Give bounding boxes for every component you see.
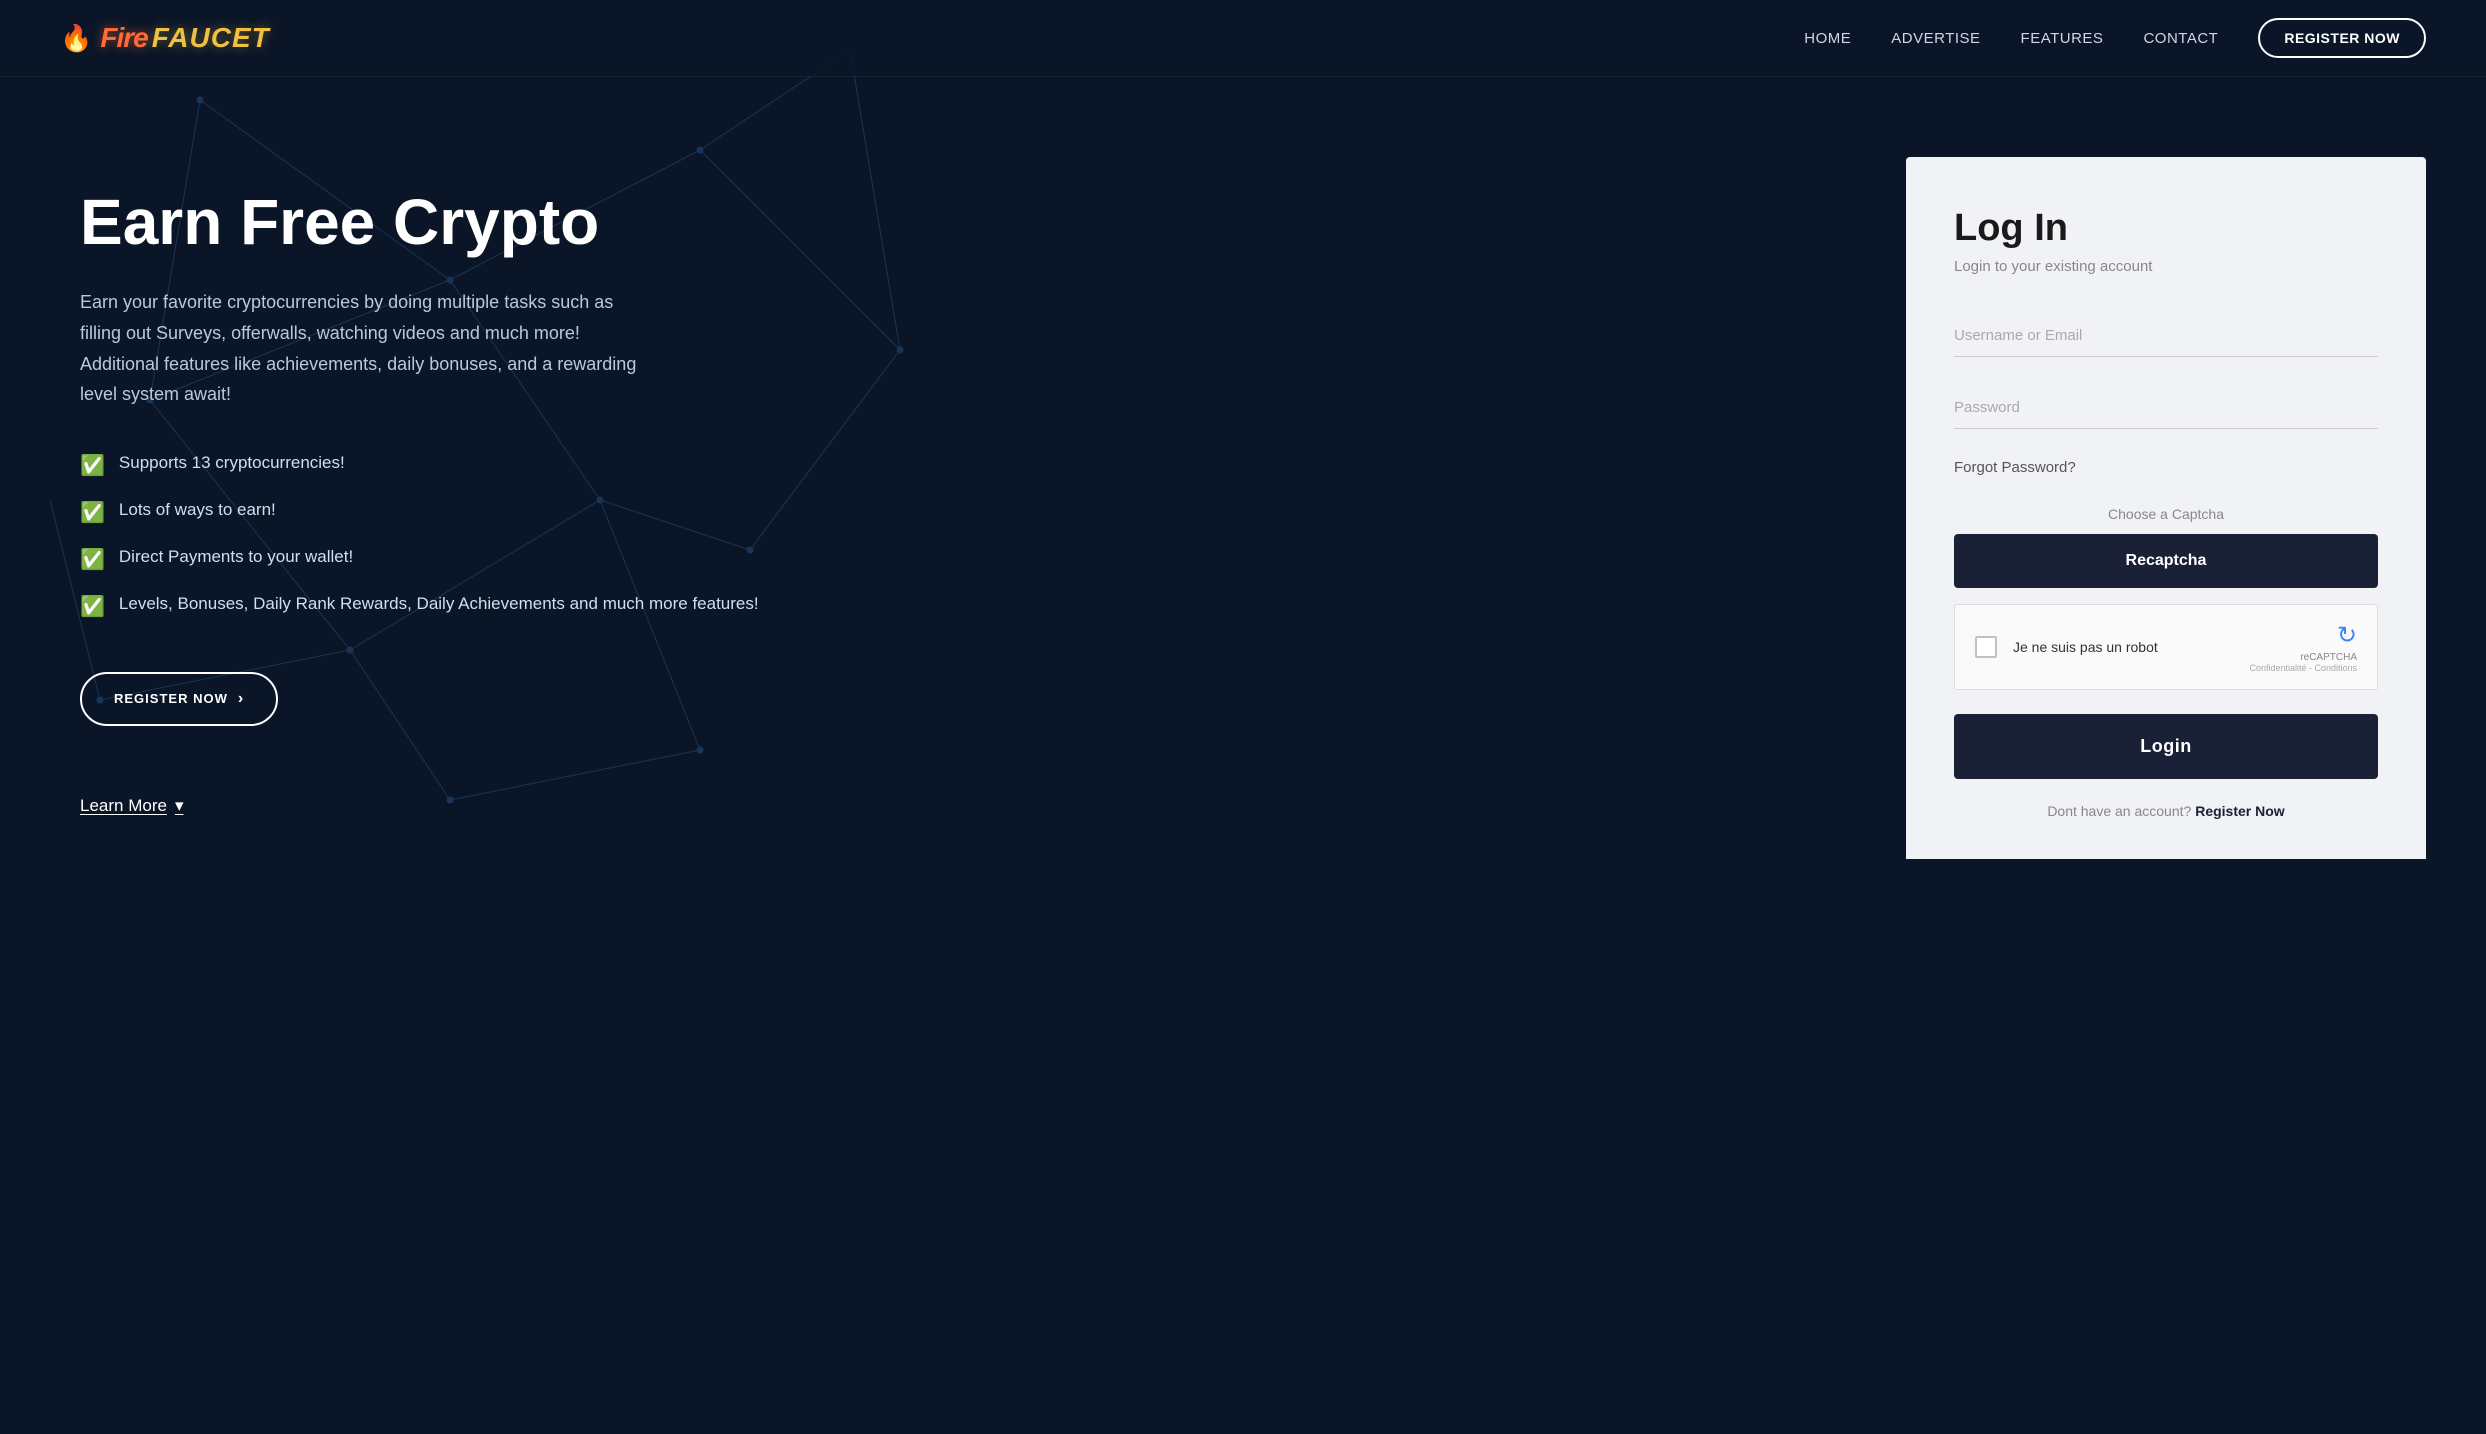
feature-text-2: Lots of ways to earn! (119, 497, 276, 523)
recaptcha-right: ↻ reCAPTCHA Confidentialité - Conditions (2249, 621, 2357, 673)
learn-more-text: Learn More (80, 796, 167, 816)
register-now-nav-button[interactable]: REGISTER NOW (2258, 18, 2426, 58)
recaptcha-checkbox[interactable] (1975, 636, 1997, 658)
password-input[interactable] (1954, 387, 2378, 429)
register-now-login-link[interactable]: Register Now (2195, 803, 2284, 819)
hero-description: Earn your favorite cryptocurrencies by d… (80, 287, 640, 409)
flame-icon: 🔥 (60, 23, 92, 54)
register-prompt: Dont have an account? Register Now (1954, 803, 2378, 819)
captcha-label: Choose a Captcha (1954, 506, 2378, 522)
feature-item-3: ✅ Direct Payments to your wallet! (80, 544, 760, 575)
check-icon-1: ✅ (80, 451, 105, 481)
nav-advertise[interactable]: ADVERTISE (1891, 30, 1980, 47)
features-list: ✅ Supports 13 cryptocurrencies! ✅ Lots o… (80, 450, 760, 622)
main-content: Earn Free Crypto Earn your favorite cryp… (0, 77, 2486, 1434)
header: 🔥 Fire FAUCET HOME ADVERTISE FEATURES CO… (0, 0, 2486, 77)
feature-item-2: ✅ Lots of ways to earn! (80, 497, 760, 528)
register-btn-label: REGISTER NOW (114, 691, 228, 706)
recaptcha-brand-text: reCAPTCHA (2249, 652, 2357, 663)
feature-text-4: Levels, Bonuses, Daily Rank Rewards, Dai… (119, 591, 759, 617)
login-title: Log In (1954, 207, 2378, 250)
login-submit-button[interactable]: Login (1954, 714, 2378, 779)
nav-home[interactable]: HOME (1804, 30, 1851, 47)
hero-title: Earn Free Crypto (80, 187, 760, 257)
login-subtitle: Login to your existing account (1954, 258, 2378, 275)
feature-item-4: ✅ Levels, Bonuses, Daily Rank Rewards, D… (80, 591, 760, 622)
check-icon-2: ✅ (80, 498, 105, 528)
left-panel: Earn Free Crypto Earn your favorite cryp… (80, 157, 760, 816)
arrow-right-icon: › (238, 690, 244, 708)
username-input[interactable] (1954, 315, 2378, 357)
recaptcha-select-button[interactable]: Recaptcha (1954, 534, 2378, 588)
feature-text-3: Direct Payments to your wallet! (119, 544, 353, 570)
recaptcha-widget[interactable]: Je ne suis pas un robot ↻ reCAPTCHA Conf… (1954, 604, 2378, 690)
logo-fire-text: Fire (100, 22, 147, 54)
login-panel: Log In Login to your existing account Fo… (1906, 157, 2426, 859)
feature-item-1: ✅ Supports 13 cryptocurrencies! (80, 450, 760, 481)
nav-contact[interactable]: CONTACT (2143, 30, 2218, 47)
password-field-group (1954, 387, 2378, 429)
recaptcha-left: Je ne suis pas un robot (1975, 636, 2158, 658)
username-field-group (1954, 315, 2378, 357)
logo: 🔥 Fire FAUCET (60, 22, 270, 54)
recaptcha-not-robot-text: Je ne suis pas un robot (2013, 639, 2158, 655)
main-nav: HOME ADVERTISE FEATURES CONTACT REGISTER… (1804, 18, 2426, 58)
check-icon-3: ✅ (80, 545, 105, 575)
register-now-main-button[interactable]: REGISTER NOW › (80, 672, 278, 726)
forgot-password-link[interactable]: Forgot Password? (1954, 459, 2378, 476)
chevron-down-icon: ▾ (175, 796, 184, 816)
learn-more-link[interactable]: Learn More ▾ (80, 796, 760, 816)
feature-text-1: Supports 13 cryptocurrencies! (119, 450, 345, 476)
recaptcha-links-text: Confidentialité - Conditions (2249, 663, 2357, 673)
register-prompt-text: Dont have an account? (2047, 803, 2191, 819)
recaptcha-logo-icon: ↻ (2337, 622, 2357, 649)
logo-faucet-text: FAUCET (152, 22, 270, 54)
nav-features[interactable]: FEATURES (2021, 30, 2104, 47)
check-icon-4: ✅ (80, 592, 105, 622)
